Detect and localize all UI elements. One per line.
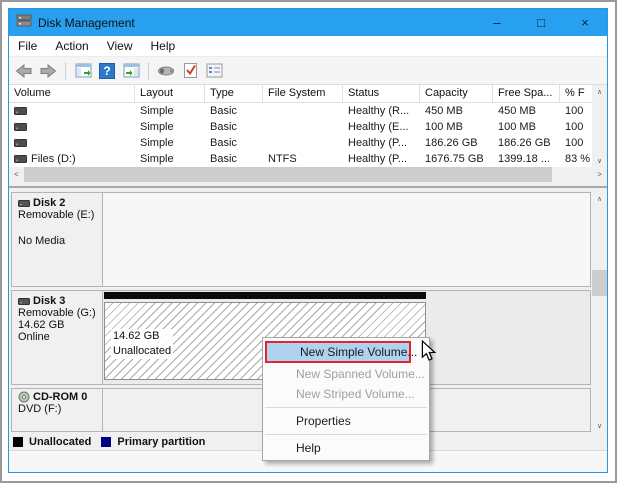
disk-2-media-area[interactable] xyxy=(103,192,591,287)
back-arrow-icon[interactable] xyxy=(14,61,34,81)
column-header-status[interactable]: Status xyxy=(343,85,420,102)
forward-arrow-icon[interactable] xyxy=(38,61,58,81)
show-console-tree-icon[interactable] xyxy=(73,61,93,81)
volume-icon xyxy=(14,139,27,147)
toolbar: ? xyxy=(9,57,607,85)
column-header-volume[interactable]: Volume xyxy=(9,85,135,102)
volume-rows: Simple Basic Healthy (R... 450 MB 450 MB… xyxy=(9,103,592,167)
scroll-down-icon[interactable]: ∨ xyxy=(592,154,607,167)
volume-row-3[interactable]: Simple Basic Healthy (P... 186.26 GB 186… xyxy=(9,135,592,151)
column-header-file-system[interactable]: File System xyxy=(263,85,343,102)
partition-size: 14.62 GB xyxy=(113,329,171,344)
title-bar[interactable]: Disk Management – □ × xyxy=(9,9,607,36)
menu-item-new-simple-volume[interactable]: New Simple Volume... xyxy=(265,341,411,363)
disk-2-label-panel[interactable]: Disk 2 Removable (E:) No Media xyxy=(11,192,103,287)
menu-file[interactable]: File xyxy=(9,36,46,56)
vertical-scroll-thumb[interactable] xyxy=(592,270,607,296)
close-button[interactable]: × xyxy=(563,9,607,36)
minimize-button[interactable]: – xyxy=(475,9,519,36)
cd-icon xyxy=(18,391,30,403)
disk-management-window: Disk Management – □ × File Action View H… xyxy=(8,8,608,473)
mouse-cursor-icon xyxy=(421,340,437,367)
disk-icon xyxy=(18,200,30,207)
menu-item-properties[interactable]: Properties xyxy=(263,411,429,431)
menu-action[interactable]: Action xyxy=(46,36,97,56)
volume-icon xyxy=(14,123,27,131)
menu-separator xyxy=(265,407,427,408)
volume-list-vertical-scrollbar[interactable]: ∧ ∨ xyxy=(592,85,607,167)
disk-3-label-panel[interactable]: Disk 3 Removable (G:) 14.62 GB Online xyxy=(11,290,103,385)
volume-icon xyxy=(14,107,27,115)
window-title: Disk Management xyxy=(38,16,135,30)
menu-item-new-spanned-volume[interactable]: New Spanned Volume... xyxy=(263,364,429,384)
partition-info: 14.62 GB Unallocated xyxy=(111,329,173,359)
legend-primary-partition-label: Primary partition xyxy=(117,436,205,448)
scroll-up-icon[interactable]: ∧ xyxy=(592,85,607,98)
primary-partition-swatch xyxy=(101,437,111,447)
volume-icon xyxy=(14,155,27,163)
column-header-layout[interactable]: Layout xyxy=(135,85,205,102)
volume-row-2[interactable]: Simple Basic Healthy (E... 100 MB 100 MB… xyxy=(9,119,592,135)
disk-icon xyxy=(18,298,30,305)
volume-list-header: Volume Layout Type File System Status Ca… xyxy=(9,85,592,103)
disk-tool-icon[interactable] xyxy=(156,61,176,81)
menu-bar: File Action View Help xyxy=(9,36,607,57)
disk-2-row: Disk 2 Removable (E:) No Media xyxy=(11,192,591,287)
screenshot-frame: Disk Management – □ × File Action View H… xyxy=(0,0,617,483)
menu-item-new-striped-volume[interactable]: New Striped Volume... xyxy=(263,384,429,404)
column-header-capacity[interactable]: Capacity xyxy=(420,85,493,102)
pane-splitter[interactable] xyxy=(9,186,607,188)
scroll-left-icon[interactable]: < xyxy=(9,167,24,182)
scroll-down-icon[interactable]: ∨ xyxy=(592,419,607,432)
graph-vertical-scrollbar[interactable]: ∧ ∨ xyxy=(592,192,607,432)
volume-list: Volume Layout Type File System Status Ca… xyxy=(9,85,607,182)
rescan-check-icon[interactable] xyxy=(180,61,200,81)
column-header-type[interactable]: Type xyxy=(205,85,263,102)
help-icon[interactable]: ? xyxy=(97,61,117,81)
toolbar-separator xyxy=(65,62,66,80)
scroll-right-icon[interactable]: > xyxy=(592,167,607,182)
partition-state: Unallocated xyxy=(113,344,171,359)
unallocated-swatch xyxy=(13,437,23,447)
menu-separator xyxy=(265,434,427,435)
maximize-button[interactable]: □ xyxy=(519,9,563,36)
volume-list-horizontal-scrollbar[interactable]: < > xyxy=(9,167,607,182)
cdrom-label-panel[interactable]: CD-ROM 0 DVD (F:) xyxy=(11,388,103,432)
partition-color-stripe xyxy=(104,292,426,299)
toolbar-separator xyxy=(148,62,149,80)
menu-view[interactable]: View xyxy=(98,36,142,56)
column-header-pct-free[interactable]: % F xyxy=(560,85,592,102)
column-header-free-space[interactable]: Free Spa... xyxy=(493,85,560,102)
disk-drive-icon xyxy=(16,14,32,32)
show-action-pane-icon[interactable] xyxy=(121,61,141,81)
horizontal-scroll-thumb[interactable] xyxy=(24,167,552,182)
volume-row-4[interactable]: Files (D:) Simple Basic NTFS Healthy (P.… xyxy=(9,151,592,167)
scroll-up-icon[interactable]: ∧ xyxy=(592,192,607,205)
legend-unallocated-label: Unallocated xyxy=(29,436,91,448)
volume-row-1[interactable]: Simple Basic Healthy (R... 450 MB 450 MB… xyxy=(9,103,592,119)
menu-item-help[interactable]: Help xyxy=(263,438,429,458)
context-menu: New Simple Volume... New Spanned Volume.… xyxy=(262,337,430,461)
menu-help[interactable]: Help xyxy=(142,36,185,56)
properties-list-icon[interactable] xyxy=(204,61,224,81)
